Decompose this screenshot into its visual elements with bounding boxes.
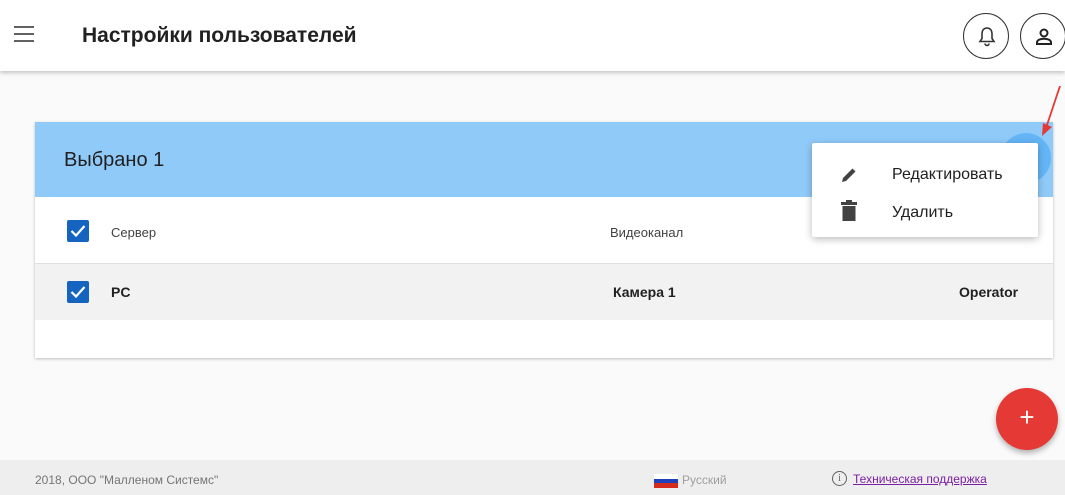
selection-count: Выбрано 1: [64, 149, 165, 171]
user-icon: [1036, 28, 1052, 45]
add-user-button[interactable]: +: [996, 388, 1058, 450]
pencil-icon: [842, 168, 856, 182]
column-channel[interactable]: Видеоканал: [610, 225, 683, 240]
info-icon: i: [832, 471, 847, 486]
menu-item-edit[interactable]: Редактировать: [812, 156, 1038, 194]
trash-icon: [841, 200, 857, 221]
page-title: Настройки пользователей: [82, 24, 357, 47]
select-all-checkbox[interactable]: [67, 220, 89, 242]
menu-item-delete[interactable]: Удалить: [812, 194, 1038, 232]
russian-flag-icon: [654, 474, 678, 489]
context-menu: Редактировать Удалить: [812, 143, 1038, 237]
bell-icon: [978, 27, 996, 47]
cell-server: PC: [111, 284, 131, 300]
row-checkbox[interactable]: [67, 281, 89, 303]
app-bar: Настройки пользователей: [0, 0, 1065, 71]
copyright-text: 2018, ООО "Малленом Системс": [35, 473, 219, 487]
cell-role: Operator: [959, 284, 1019, 300]
annotation-arrow-icon: [1042, 86, 1061, 136]
check-icon: [70, 286, 86, 299]
plus-icon: +: [1019, 402, 1035, 432]
menu-item-delete-label: Удалить: [892, 204, 954, 221]
menu-item-edit-label: Редактировать: [892, 166, 1003, 183]
account-button[interactable]: [1020, 13, 1065, 59]
table-row[interactable]: PC Камера 1 Operator: [35, 264, 1053, 320]
notifications-button[interactable]: [963, 13, 1009, 59]
support-link[interactable]: Техническая поддержка: [853, 472, 987, 486]
column-server[interactable]: Сервер: [111, 225, 156, 240]
footer: 2018, ООО "Малленом Системс" Русский i Т…: [0, 460, 1065, 495]
cell-channel: Камера 1: [613, 284, 676, 300]
language-label: Русский: [682, 473, 727, 487]
check-icon: [70, 225, 86, 238]
hamburger-icon[interactable]: [14, 26, 36, 44]
